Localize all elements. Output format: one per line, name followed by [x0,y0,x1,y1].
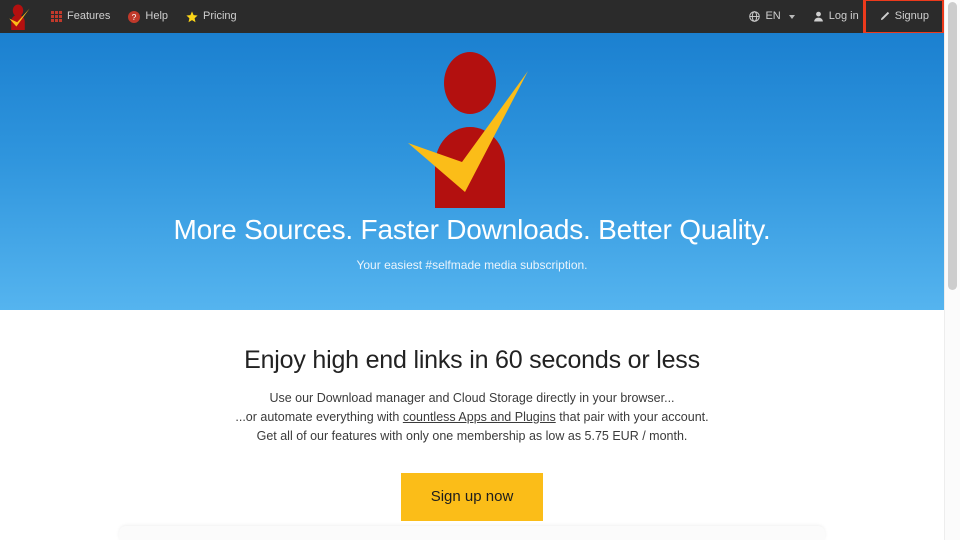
pencil-icon [879,11,890,22]
page-viewport: Features ? Help Pricing EN Log in Signup… [0,0,944,540]
login-button[interactable]: Log in [804,5,868,28]
checkmark-person-logo-icon[interactable] [6,3,32,31]
nav-item-pricing[interactable]: Pricing [177,5,246,29]
checkmark-person-mascot-icon [397,45,547,208]
hero-title: More Sources. Faster Downloads. Better Q… [173,214,771,245]
sign-up-now-button[interactable]: Sign up now [401,473,543,521]
main-heading: Enjoy high end links in 60 seconds or le… [244,346,700,374]
nav-item-features[interactable]: Features [42,5,119,28]
hero-subtitle: Your easiest #selfmade media subscriptio… [356,258,588,272]
signup-button[interactable]: Signup [870,5,938,28]
nav-item-pricing-label: Pricing [203,10,237,22]
grid-icon [51,11,62,22]
cta-container: Sign up now [0,473,944,521]
navbar-left-group: Features ? Help Pricing [6,3,246,31]
star-icon [186,10,198,23]
svg-text:?: ? [132,12,137,22]
apps-and-plugins-link[interactable]: countless Apps and Plugins [403,410,556,424]
top-navbar: Features ? Help Pricing EN Log in Signup [0,0,944,35]
line2-prefix: ...or automate everything with [235,410,403,424]
description-line-1: Use our Download manager and Cloud Stora… [269,391,675,405]
login-label: Log in [828,10,859,22]
line2-suffix: that pair with your account. [555,410,709,424]
chevron-down-icon [788,14,795,19]
language-label: EN [765,10,781,22]
globe-icon [749,11,761,22]
vertical-scrollbar[interactable] [944,0,960,540]
description-line-3: Get all of our features with only one me… [256,429,688,443]
nav-item-help[interactable]: ? Help [119,5,177,29]
person-icon [813,11,824,22]
main-description: Use our Download manager and Cloud Stora… [0,389,944,446]
signup-label: Signup [894,10,929,22]
description-line-2: ...or automate everything with countless… [0,408,944,427]
next-section-card [119,526,825,540]
vertical-scroll-thumb[interactable] [948,2,957,290]
hero-section: More Sources. Faster Downloads. Better Q… [0,33,944,310]
navbar-right-group: EN Log in Signup [740,0,944,35]
question-circle-icon: ? [128,10,141,23]
language-selector[interactable]: EN [740,5,803,28]
signup-container: Signup [862,0,944,35]
nav-item-features-label: Features [67,10,111,22]
nav-item-help-label: Help [145,10,169,22]
main-section: Enjoy high end links in 60 seconds or le… [0,310,944,521]
